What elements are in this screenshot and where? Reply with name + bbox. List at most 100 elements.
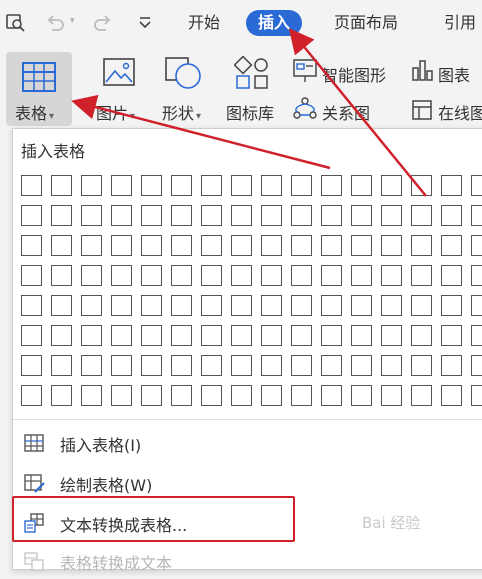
table-size-cell[interactable] [81, 235, 102, 256]
table-size-cell[interactable] [321, 325, 342, 346]
table-size-cell[interactable] [231, 355, 252, 376]
table-size-cell[interactable] [81, 175, 102, 196]
smart-art-label[interactable]: 智能图形 [322, 62, 386, 86]
table-size-cell[interactable] [171, 265, 192, 286]
table-size-cell[interactable] [201, 235, 222, 256]
table-size-cell[interactable] [231, 175, 252, 196]
table-size-cell[interactable] [111, 265, 132, 286]
table-size-cell[interactable] [351, 205, 372, 226]
table-size-cell[interactable] [141, 325, 162, 346]
table-size-cell[interactable] [441, 235, 462, 256]
table-size-cell[interactable] [81, 265, 102, 286]
table-size-cell[interactable] [51, 355, 72, 376]
undo-icon[interactable] [44, 12, 66, 34]
table-size-cell[interactable] [171, 205, 192, 226]
picture-button[interactable]: 图片 ▾ [96, 100, 135, 124]
table-size-cell[interactable] [261, 355, 282, 376]
table-size-cell[interactable] [441, 205, 462, 226]
tab-insert[interactable]: 插入 [246, 10, 303, 36]
table-size-cell[interactable] [201, 175, 222, 196]
chart-label[interactable]: 图表 [438, 62, 470, 86]
table-size-cell[interactable] [171, 295, 192, 316]
table-size-cell[interactable] [381, 265, 402, 286]
table-size-cell[interactable] [471, 205, 482, 226]
table-size-cell[interactable] [321, 175, 342, 196]
online-image-label[interactable]: 在线图 [438, 100, 482, 124]
table-size-cell[interactable] [351, 235, 372, 256]
relation-graph-label[interactable]: 关系图 [322, 100, 370, 124]
table-size-cell[interactable] [81, 385, 102, 406]
tab-home[interactable]: 开始 [188, 10, 220, 36]
table-size-cell[interactable] [351, 325, 372, 346]
relation-graph-icon[interactable] [292, 96, 318, 122]
table-size-cell[interactable] [21, 265, 42, 286]
table-size-cell[interactable] [141, 265, 162, 286]
table-size-cell[interactable] [441, 295, 462, 316]
undo-dropdown-icon[interactable]: ▾ [70, 16, 92, 38]
table-size-cell[interactable] [21, 385, 42, 406]
table-size-cell[interactable] [291, 295, 312, 316]
table-size-cell[interactable] [201, 265, 222, 286]
table-size-cell[interactable] [51, 175, 72, 196]
table-size-cell[interactable] [81, 355, 102, 376]
table-size-cell[interactable] [411, 175, 432, 196]
table-size-cell[interactable] [201, 295, 222, 316]
table-size-cell[interactable] [231, 295, 252, 316]
table-size-cell[interactable] [351, 385, 372, 406]
table-size-cell[interactable] [51, 265, 72, 286]
table-size-cell[interactable] [291, 325, 312, 346]
table-size-cell[interactable] [171, 175, 192, 196]
customize-quick-access-icon[interactable] [134, 12, 156, 34]
table-size-cell[interactable] [411, 235, 432, 256]
table-size-cell[interactable] [471, 355, 482, 376]
table-size-cell[interactable] [111, 205, 132, 226]
table-size-cell[interactable] [141, 385, 162, 406]
table-size-cell[interactable] [351, 295, 372, 316]
table-size-cell[interactable] [201, 325, 222, 346]
table-size-cell[interactable] [141, 235, 162, 256]
icon-library-label[interactable]: 图标库 [226, 100, 274, 124]
shape-button[interactable]: 形状 ▾ [162, 100, 201, 124]
table-size-cell[interactable] [471, 295, 482, 316]
table-size-cell[interactable] [321, 205, 342, 226]
smart-art-icon[interactable] [292, 58, 318, 84]
table-size-cell[interactable] [111, 385, 132, 406]
table-size-cell[interactable] [351, 265, 372, 286]
table-size-cell[interactable] [291, 265, 312, 286]
table-size-cell[interactable] [471, 265, 482, 286]
table-size-cell[interactable] [471, 175, 482, 196]
table-size-cell[interactable] [441, 175, 462, 196]
table-size-cell[interactable] [21, 175, 42, 196]
table-size-cell[interactable] [471, 235, 482, 256]
table-size-cell[interactable] [51, 385, 72, 406]
table-size-cell[interactable] [51, 325, 72, 346]
table-size-cell[interactable] [441, 355, 462, 376]
table-size-cell[interactable] [351, 355, 372, 376]
chart-icon[interactable] [410, 58, 434, 82]
table-size-cell[interactable] [231, 385, 252, 406]
table-size-cell[interactable] [291, 205, 312, 226]
table-size-cell[interactable] [171, 235, 192, 256]
table-size-cell[interactable] [261, 265, 282, 286]
table-size-cell[interactable] [21, 295, 42, 316]
table-size-cell[interactable] [81, 325, 102, 346]
icon-library-icon[interactable] [234, 56, 270, 90]
table-size-cell[interactable] [261, 295, 282, 316]
table-size-cell[interactable] [321, 385, 342, 406]
table-size-cell[interactable] [321, 355, 342, 376]
table-size-cell[interactable] [231, 235, 252, 256]
table-size-cell[interactable] [171, 325, 192, 346]
tab-page-layout[interactable]: 页面布局 [334, 10, 398, 36]
table-size-cell[interactable] [141, 175, 162, 196]
table-size-cell[interactable] [381, 235, 402, 256]
table-size-cell[interactable] [441, 385, 462, 406]
table-size-cell[interactable] [111, 175, 132, 196]
table-size-cell[interactable] [111, 325, 132, 346]
table-size-cell[interactable] [171, 385, 192, 406]
menu-insert-table[interactable]: 插入表格(I) [13, 425, 482, 461]
table-size-cell[interactable] [111, 355, 132, 376]
table-size-cell[interactable] [381, 355, 402, 376]
table-size-cell[interactable] [381, 295, 402, 316]
table-size-cell[interactable] [381, 205, 402, 226]
table-size-cell[interactable] [411, 295, 432, 316]
